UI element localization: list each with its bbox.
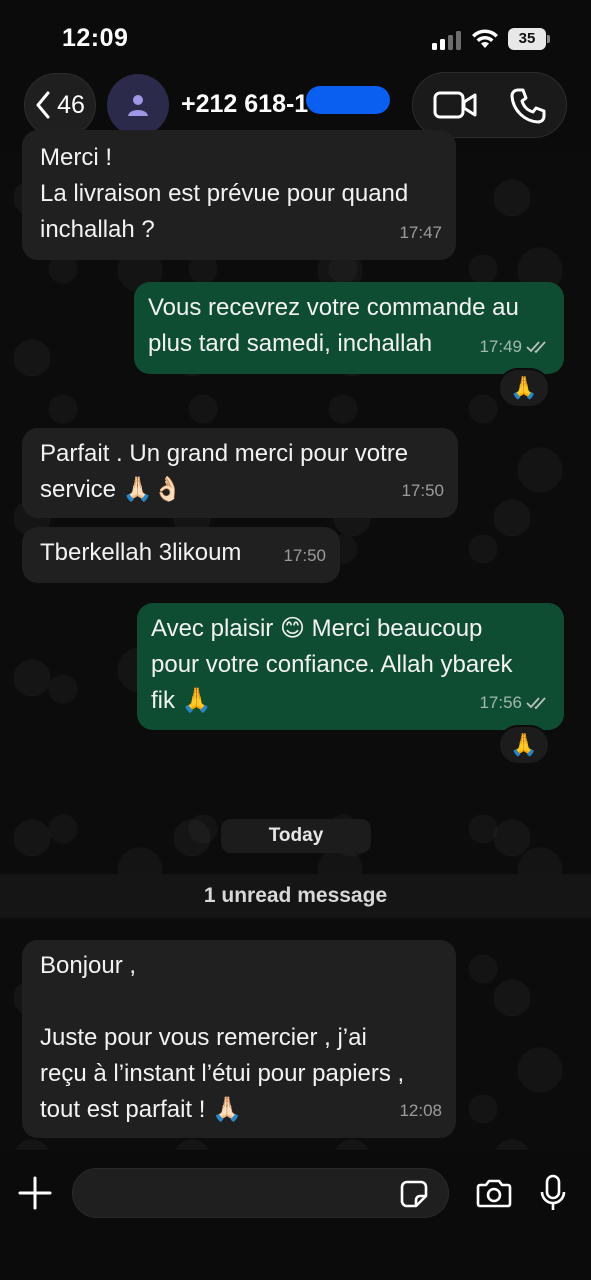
message-time: 12:08: [399, 1101, 442, 1120]
message-composer: [0, 1150, 591, 1280]
contact-name[interactable]: +212 618-1: [181, 90, 308, 119]
battery-icon: [547, 35, 550, 43]
microphone-icon[interactable]: [540, 1174, 566, 1212]
avatar[interactable]: [107, 74, 169, 136]
message-incoming[interactable]: Tberkellah 3likoum 17:50: [22, 527, 340, 583]
message-text: Tberkellah 3likoum: [40, 539, 242, 566]
message-time: 17:50: [401, 481, 444, 500]
message-reaction[interactable]: 🙏: [498, 368, 550, 408]
read-ticks-icon: [526, 340, 550, 354]
status-bar: 12:09 35: [0, 0, 591, 70]
plus-icon[interactable]: [18, 1176, 52, 1210]
message-text: Merci ! La livraison est prévue pour qua…: [40, 144, 409, 243]
redaction-mark: [306, 86, 390, 114]
back-button[interactable]: 46: [24, 73, 96, 137]
person-icon: [126, 93, 150, 117]
message-text: Bonjour , Juste pour vous remercier , j’…: [40, 952, 405, 1123]
sticker-icon[interactable]: [400, 1180, 428, 1208]
video-call-icon[interactable]: [433, 89, 477, 121]
unread-chats-count: 46: [57, 90, 85, 119]
status-time: 12:09: [62, 24, 129, 52]
message-outgoing[interactable]: Avec plaisir 😊 Merci beaucoup pour votre…: [137, 603, 564, 730]
back-chevron-icon: [35, 91, 51, 119]
message-outgoing[interactable]: Vous recevrez votre commande au plus tar…: [134, 282, 564, 374]
message-incoming[interactable]: Parfait . Un grand merci pour votre serv…: [22, 428, 458, 518]
unread-banner: 1 unread message: [0, 874, 591, 918]
cellular-signal-icon: [432, 30, 464, 50]
wifi-icon: [471, 27, 499, 49]
message-time: 17:56: [479, 685, 550, 721]
message-input[interactable]: [72, 1168, 449, 1218]
message-incoming[interactable]: Bonjour , Juste pour vous remercier , j’…: [22, 940, 456, 1138]
message-reaction[interactable]: 🙏: [498, 725, 550, 765]
message-text: Parfait . Un grand merci pour votre serv…: [40, 440, 409, 503]
message-time: 17:47: [399, 223, 442, 242]
camera-icon[interactable]: [476, 1178, 512, 1208]
date-divider: Today: [221, 819, 371, 853]
battery-level: 35: [508, 28, 546, 50]
phone-icon[interactable]: [509, 87, 547, 125]
message-time: 17:50: [283, 546, 326, 565]
message-time: 17:49: [479, 329, 550, 365]
read-ticks-icon: [526, 696, 550, 710]
message-incoming[interactable]: Merci ! La livraison est prévue pour qua…: [22, 130, 456, 260]
call-actions: [412, 72, 567, 138]
